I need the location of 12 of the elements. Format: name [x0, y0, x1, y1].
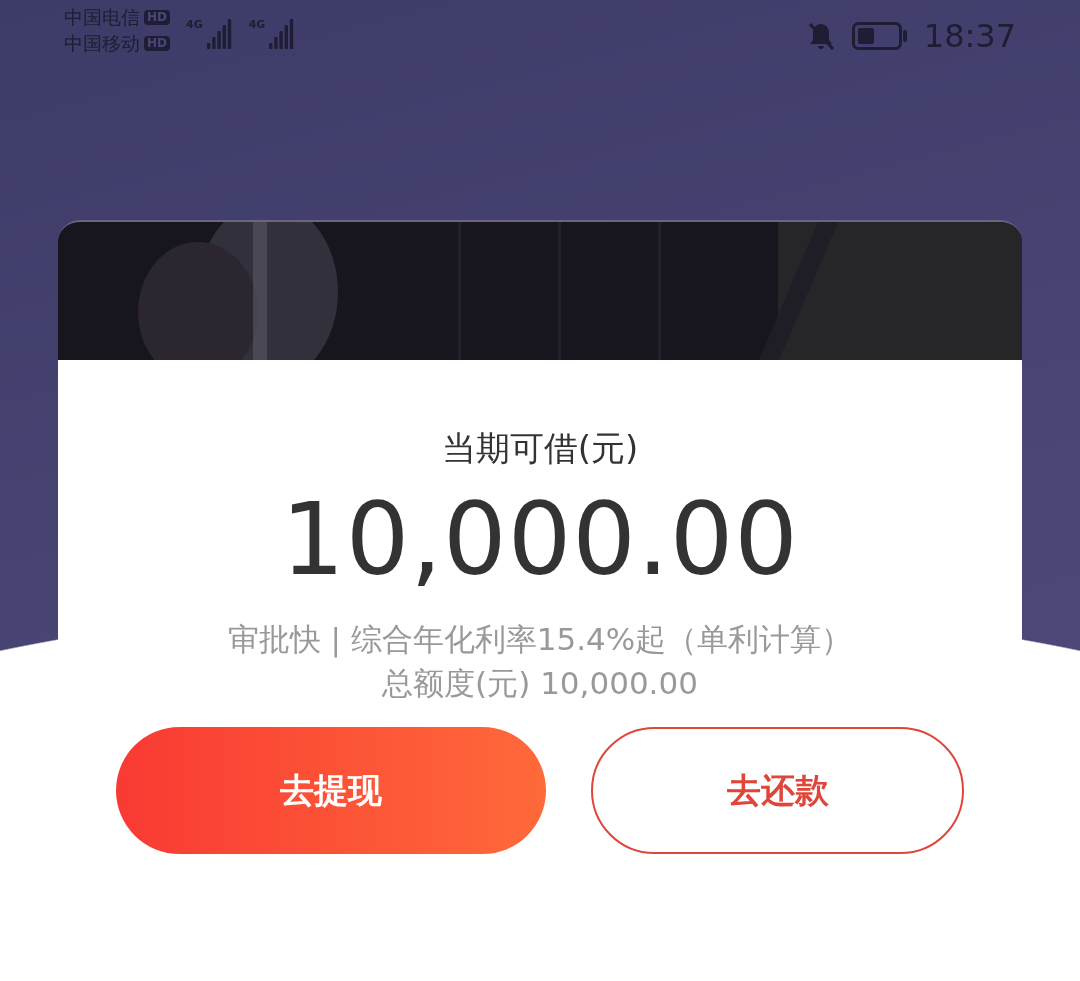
signal-icon	[269, 19, 296, 49]
battery-icon	[851, 22, 908, 50]
rate-description: 审批快 | 综合年化利率15.4%起（单利计算）	[226, 619, 854, 660]
amount-label: 当期可借(元)	[440, 428, 640, 469]
total-limit: 总额度(元) 10,000.00	[381, 664, 699, 704]
repay-button[interactable]: 去还款	[591, 727, 964, 855]
hd-badge: HD	[144, 35, 170, 51]
hd-badge: HD	[144, 9, 170, 25]
clock-time: 18:37	[923, 20, 1016, 52]
signal-icon	[206, 19, 233, 49]
available-amount: 10,000.00	[280, 484, 800, 595]
withdraw-button[interactable]: 去提现	[116, 727, 546, 855]
